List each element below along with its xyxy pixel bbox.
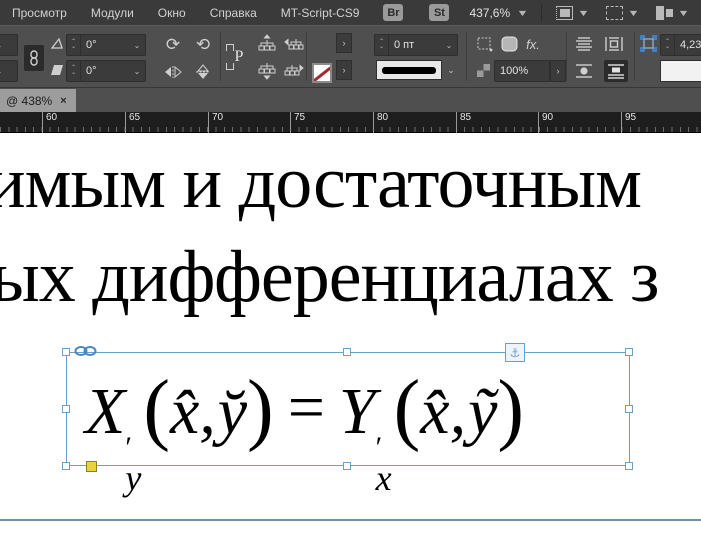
document-text-line-1[interactable]: имым и достаточным	[0, 141, 642, 226]
fill-options-arrow[interactable]: ›	[336, 33, 352, 53]
stroke-weight-field[interactable]: ⌃ ⌄ 0 пт ⌄	[374, 34, 458, 56]
selection-handle-bottom-left[interactable]	[62, 462, 70, 470]
selection-handle-top-right[interactable]	[625, 348, 633, 356]
arrange-documents-icon[interactable]	[655, 5, 673, 20]
ruler-tick: 80	[373, 112, 388, 133]
rotate-cw-icon[interactable]: ⟳	[162, 34, 184, 56]
ruler-tick: 95	[621, 112, 636, 133]
close-tab-icon[interactable]: ×	[60, 95, 66, 107]
document-tabbar: @ 438% ×	[0, 89, 701, 112]
corner-options-icon[interactable]	[476, 36, 494, 52]
height-field-stub[interactable]: ⌄	[0, 60, 18, 82]
selection-handle-top-center[interactable]	[343, 348, 351, 356]
stroke-options-arrow[interactable]: ›	[336, 60, 352, 80]
chevron-down-icon[interactable]: ▼	[677, 8, 689, 18]
menu-window[interactable]: Окно	[146, 0, 198, 25]
menu-plugins[interactable]: Модули	[79, 0, 146, 25]
select-container-p-icon[interactable]: P	[226, 42, 252, 72]
screen-mode-icon[interactable]	[606, 5, 623, 20]
view-options-icon[interactable]	[556, 5, 574, 20]
selection-handle-middle-left[interactable]	[62, 405, 70, 413]
ruler-tick: 60	[42, 112, 57, 133]
chevron-down-icon[interactable]: ▼	[516, 8, 528, 18]
wrap-jump-object-icon[interactable]	[604, 60, 628, 82]
stepper-icon[interactable]: ⌃ ⌄	[67, 61, 81, 81]
distribute-left-icon[interactable]	[284, 34, 304, 52]
rotation-angle-field[interactable]: ⌃ ⌄ 0° ⌄	[66, 34, 146, 56]
width-field-stub[interactable]: ⌄	[0, 34, 18, 56]
opacity-checker-icon	[477, 64, 490, 77]
selection-handle-bottom-center[interactable]	[343, 462, 351, 470]
stroke-style-chevron[interactable]: ⌄	[443, 60, 459, 80]
distribute-right-icon[interactable]	[284, 60, 304, 78]
ruler-tick: 70	[208, 112, 223, 133]
menu-help[interactable]: Справка	[198, 0, 269, 25]
wrap-bounding-box-icon[interactable]	[604, 35, 624, 53]
margin-guide-line	[0, 519, 701, 521]
document-tab[interactable]: @ 438% ×	[0, 89, 76, 112]
math-formula[interactable]: X ′ y(x̂, y̆) = Y ′ x(x̂, ỹ)	[85, 357, 524, 496]
constrain-proportions-link-icon[interactable]	[24, 45, 44, 71]
chevron-down-icon[interactable]: ▼	[577, 8, 589, 18]
chevron-down-icon[interactable]: ⌄	[129, 41, 145, 50]
stroke-style-swatch[interactable]	[376, 60, 442, 80]
offset-field[interactable]: ⌃ ⌄ 4,23	[660, 34, 701, 56]
fill-none-swatch[interactable]	[312, 63, 332, 83]
horizontal-ruler[interactable]: 60 65 70 75 80 85 90 95	[0, 112, 701, 133]
chevron-down-icon[interactable]: ⌄	[129, 67, 145, 76]
stepper-icon[interactable]: ⌃ ⌄	[67, 35, 81, 55]
chevron-down-icon[interactable]: ▼	[627, 8, 639, 18]
distribute-down-icon[interactable]	[258, 60, 276, 80]
distribute-up-icon[interactable]	[258, 34, 276, 54]
document-canvas[interactable]: имым и достаточным ых дифференциалах з X…	[0, 133, 701, 545]
ruler-tick: 85	[456, 112, 471, 133]
effects-fx-icon[interactable]: fx.	[522, 34, 544, 54]
stepper-icon[interactable]: ⌃ ⌄	[661, 35, 675, 55]
frame-fitting-icon[interactable]	[640, 35, 657, 52]
control-panel: ⌄ ⌄ ⌃⌄ 0° ⌄ ⌃⌄ 0° ⌄ ⟳ ⟲ P	[0, 25, 701, 130]
selected-formula-frame[interactable]: X ′ y(x̂, y̆) = Y ′ x(x̂, ỹ)	[66, 352, 630, 496]
zoom-level-value[interactable]: 437,6%	[469, 6, 510, 20]
wrap-object-shape-icon[interactable]	[574, 62, 594, 80]
menubar: Просмотр Модули Окно Справка MT-Script-C…	[0, 0, 701, 25]
stock-button[interactable]: St	[429, 4, 450, 21]
rotation-angle-icon	[50, 37, 64, 50]
opacity-options-arrow[interactable]: ›	[550, 60, 566, 82]
stepper-icon[interactable]: ⌃ ⌄	[375, 35, 389, 55]
tab-label: @ 438%	[6, 93, 53, 108]
selection-handle-top-left[interactable]	[62, 348, 70, 356]
opacity-field[interactable]: 100%	[494, 60, 550, 82]
rotate-ccw-icon[interactable]: ⟲	[192, 34, 214, 56]
selection-handle-bottom-right[interactable]	[625, 462, 633, 470]
ruler-tick: 75	[290, 112, 305, 133]
anchored-object-icon[interactable]: ⚓	[505, 343, 525, 362]
chevron-down-icon[interactable]: ⌄	[441, 41, 457, 50]
document-text-line-2[interactable]: ых дифференциалах з	[0, 235, 659, 320]
text-thread-chain-icon[interactable]	[74, 345, 98, 357]
ruler-tick: 90	[538, 112, 553, 133]
shear-angle-field[interactable]: ⌃ ⌄ 0° ⌄	[66, 60, 146, 82]
flip-horizontal-icon[interactable]	[162, 62, 184, 82]
menu-mtscript[interactable]: MT-Script-CS9	[269, 0, 372, 25]
menu-view[interactable]: Просмотр	[0, 0, 79, 25]
paper-swatch[interactable]	[660, 60, 701, 82]
rounded-corner-icon[interactable]	[500, 35, 518, 52]
corner-editor-yellow-handle[interactable]	[86, 461, 97, 472]
bridge-button[interactable]: Br	[383, 4, 404, 21]
shear-angle-icon	[50, 64, 64, 76]
ruler-minor-ticks	[0, 127, 701, 132]
flip-vertical-icon[interactable]	[192, 62, 214, 82]
ruler-tick: 65	[125, 112, 140, 133]
selection-handle-middle-right[interactable]	[625, 405, 633, 413]
wrap-none-icon[interactable]	[574, 35, 594, 53]
